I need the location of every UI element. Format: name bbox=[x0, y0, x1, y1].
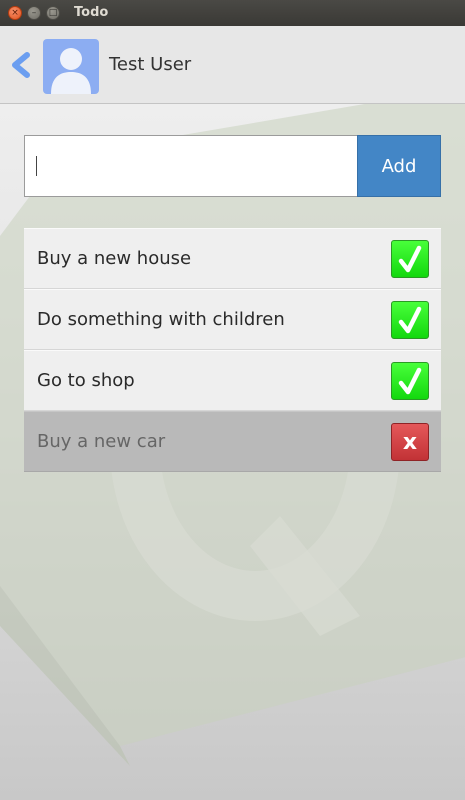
app-window: × – □ Todo Test User Add Buy a new house… bbox=[0, 0, 465, 800]
complete-button[interactable] bbox=[391, 240, 429, 278]
window-close-button[interactable]: × bbox=[8, 6, 22, 20]
username-label: Test User bbox=[109, 54, 192, 75]
add-button[interactable]: Add bbox=[357, 135, 441, 197]
checkmark-icon bbox=[398, 245, 422, 273]
new-todo-input[interactable] bbox=[24, 135, 358, 197]
todo-item: Buy a new house bbox=[24, 228, 441, 289]
cross-icon: x bbox=[402, 429, 418, 455]
app-content: Test User Add Buy a new house Do somethi… bbox=[0, 26, 465, 800]
complete-button[interactable] bbox=[391, 362, 429, 400]
title-bar: × – □ Todo bbox=[0, 0, 465, 27]
user-header: Test User bbox=[0, 26, 465, 104]
todo-item: Do something with children bbox=[24, 289, 441, 350]
complete-button[interactable] bbox=[391, 301, 429, 339]
delete-button[interactable]: x bbox=[391, 423, 429, 461]
text-caret bbox=[36, 156, 37, 176]
todo-item-completed: Buy a new car x bbox=[24, 411, 441, 472]
window-minimize-button[interactable]: – bbox=[27, 6, 41, 20]
todo-item-text: Buy a new house bbox=[37, 248, 192, 269]
chevron-left-icon[interactable] bbox=[8, 52, 34, 78]
todo-item-text: Do something with children bbox=[37, 309, 285, 330]
window-maximize-button[interactable]: □ bbox=[46, 6, 60, 20]
todo-item-text: Buy a new car bbox=[37, 431, 166, 452]
checkmark-icon bbox=[398, 306, 422, 334]
todo-list: Buy a new house Do something with childr… bbox=[24, 228, 441, 472]
window-title: Todo bbox=[74, 5, 109, 20]
user-avatar-icon bbox=[43, 39, 99, 94]
todo-item-text: Go to shop bbox=[37, 370, 135, 391]
checkmark-icon bbox=[398, 367, 422, 395]
todo-item: Go to shop bbox=[24, 350, 441, 411]
